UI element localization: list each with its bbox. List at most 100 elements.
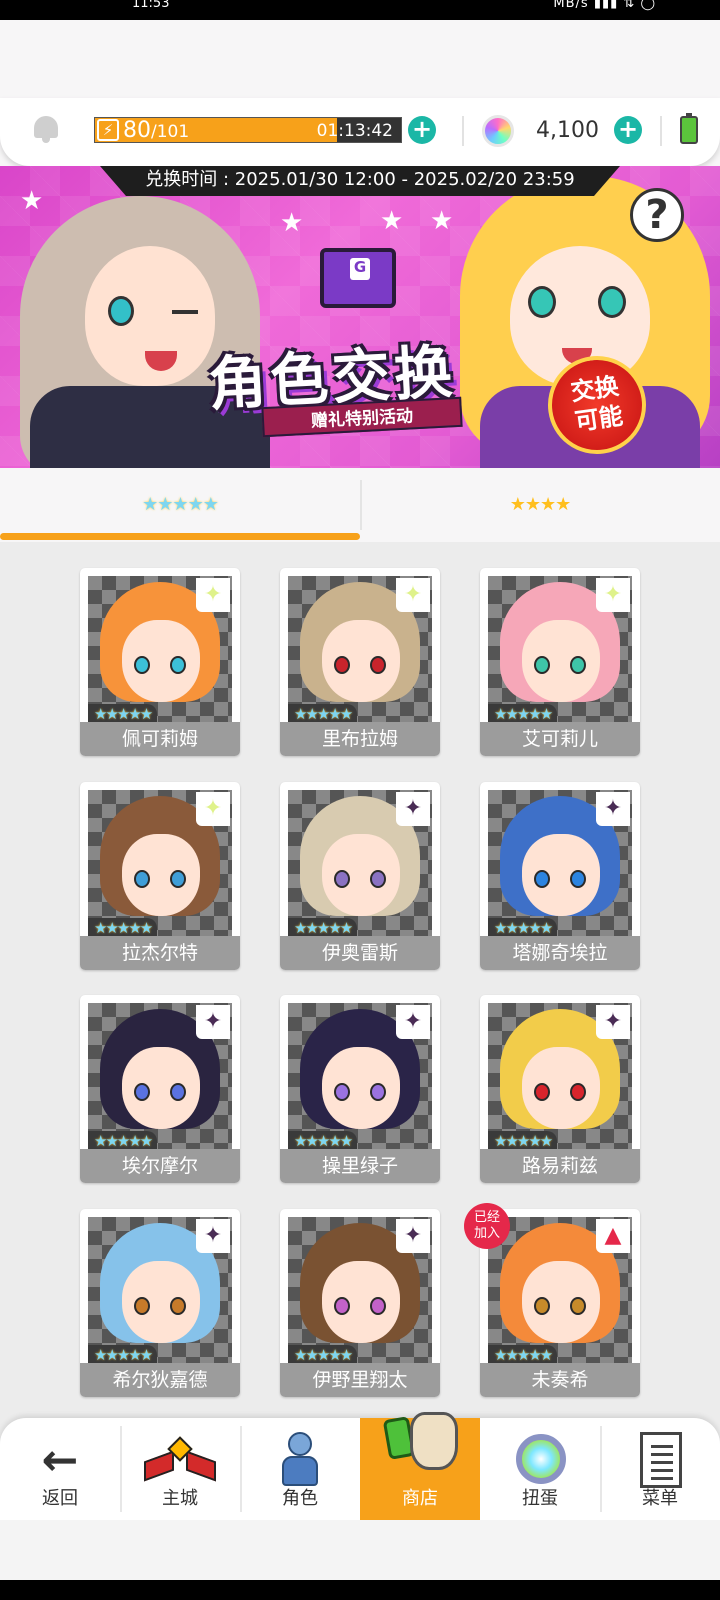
character-name: 塔娜奇埃拉 [480, 936, 640, 970]
character-card[interactable]: ✦ ★★★★★ 希尔狄嘉德 [80, 1209, 240, 1397]
character-grid: ✦ ★★★★★ 佩可莉姆 ✦ ★★★★★ 里布拉姆 ✦ ★★★★★ 艾可莉儿 ✦ ★★★★★ 拉杰尔特… [0, 542, 720, 1400]
nav-shop-label: 商店 [402, 1488, 438, 1509]
gift-mail-icon [320, 248, 396, 308]
bottom-navigation: ← 返回 主城 角色 商店 扭蛋 菜单 [0, 1418, 720, 1520]
character-name: 艾可莉儿 [480, 722, 640, 756]
gem-count: 4,100 [536, 118, 599, 143]
rarity-sparkle-icon: ✦ [396, 792, 430, 826]
character-portrait: ✦ ★★★★★ [88, 790, 232, 936]
rarity-sparkle-icon: ✦ [196, 1219, 230, 1253]
nav-menu[interactable]: 菜单 [600, 1418, 720, 1520]
stamina-timer: 01:13:42 [316, 121, 393, 141]
lightning-icon: ⚡ [97, 119, 119, 141]
rarity-sparkle-icon: ✦ [396, 578, 430, 612]
star-rating: ★★★★★ [488, 1345, 558, 1363]
tab-four-star-label: ★★★★ [509, 494, 572, 515]
screen-bottom-edge [0, 1580, 720, 1600]
character-name: 佩可莉姆 [80, 722, 240, 756]
star-rating: ★★★★★ [288, 704, 358, 722]
character-card[interactable]: ✦ ★★★★★ 拉杰尔特 [80, 782, 240, 970]
character-portrait: ✦ ★★★★★ [88, 576, 232, 722]
castle-icon [144, 1436, 216, 1486]
character-icon [280, 1432, 320, 1488]
character-portrait: ✦ ★★★★★ [288, 1003, 432, 1149]
character-name: 里布拉姆 [280, 722, 440, 756]
tab-five-star-label: ★★★★★ [142, 494, 219, 515]
character-card[interactable]: ✦ ★★★★★ 伊奥雷斯 [280, 782, 440, 970]
rarity-tabs: ★★★★★ ★★★★ [0, 468, 720, 542]
character-card[interactable]: ✦ ★★★★★ 塔娜奇埃拉 [480, 782, 640, 970]
nav-back[interactable]: ← 返回 [0, 1418, 120, 1520]
character-name: 未奏希 [480, 1363, 640, 1397]
system-home-bar [0, 1520, 720, 1580]
star-rating: ★★★★★ [288, 1345, 358, 1363]
character-card[interactable]: ✦ ★★★★★ 路易莉兹 [480, 995, 640, 1183]
rarity-sparkle-icon: ✦ [196, 578, 230, 612]
add-gems-button[interactable]: + [614, 116, 642, 144]
character-portrait: ✦ ★★★★★ [488, 576, 632, 722]
character-portrait: ✦ ★★★★★ [288, 576, 432, 722]
status-bar: 11:53 MB/s ▮▮▮ ⇅ ◯ [0, 0, 720, 20]
nav-gacha-label: 扭蛋 [522, 1488, 558, 1509]
character-portrait: ✦ ★★★★★ [288, 790, 432, 936]
rarity-sparkle-icon: ✦ [196, 1005, 230, 1039]
character-name: 操里绿子 [280, 1149, 440, 1183]
divider [462, 116, 464, 146]
nav-home[interactable]: 主城 [120, 1418, 240, 1520]
character-card[interactable]: ▲ ★★★★★ 未奏希 已经 加入 [464, 1203, 640, 1397]
gem-icon [482, 115, 514, 147]
star-icon: ★ [280, 208, 304, 238]
rarity-sparkle-icon: ✦ [396, 1005, 430, 1039]
tab-four-star[interactable]: ★★★★ [360, 468, 720, 542]
character-name: 路易莉兹 [480, 1149, 640, 1183]
stamina-value: 80/101 [123, 118, 190, 143]
status-indicators: MB/s ▮▮▮ ⇅ ◯ [553, 0, 656, 11]
nav-menu-label: 菜单 [642, 1488, 678, 1509]
resource-bar: ⚡ 80/101 01:13:42 + 4,100 + [0, 98, 720, 166]
star-icon: ★ [380, 206, 404, 236]
joined-badge: 已经 加入 [464, 1203, 510, 1249]
tab-five-star[interactable]: ★★★★★ [0, 468, 360, 542]
character-card[interactable]: ✦ ★★★★★ 佩可莉姆 [80, 568, 240, 756]
character-card[interactable]: ✦ ★★★★★ 埃尔摩尔 [80, 995, 240, 1183]
event-banner[interactable]: ★ ★ ★ ★ ★ 兑换时间 : 2025.01/30 12:00 - 2025… [0, 166, 720, 468]
nav-role[interactable]: 角色 [240, 1418, 360, 1520]
stamina-bar: ⚡ 80/101 01:13:42 [94, 117, 402, 143]
battery-icon [680, 113, 698, 144]
character-portrait: ✦ ★★★★★ [88, 1003, 232, 1149]
divider [660, 116, 662, 146]
bell-icon[interactable] [32, 114, 60, 144]
menu-list-icon [640, 1432, 682, 1488]
character-card[interactable]: ✦ ★★★★★ 里布拉姆 [280, 568, 440, 756]
add-stamina-button[interactable]: + [408, 116, 436, 144]
nav-home-label: 主城 [162, 1488, 198, 1509]
character-portrait: ✦ ★★★★★ [88, 1217, 232, 1363]
character-name: 希尔狄嘉德 [80, 1363, 240, 1397]
character-portrait: ▲ ★★★★★ [488, 1217, 632, 1363]
star-rating: ★★★★★ [88, 704, 158, 722]
star-rating: ★★★★★ [288, 918, 358, 936]
rarity-sparkle-icon: ✦ [596, 1005, 630, 1039]
character-portrait: ✦ ★★★★★ [288, 1217, 432, 1363]
help-button[interactable]: ? [630, 188, 684, 242]
star-rating: ★★★★★ [488, 1131, 558, 1149]
character-card[interactable]: ✦ ★★★★★ 艾可莉儿 [480, 568, 640, 756]
character-art-left [0, 186, 270, 468]
active-tab-indicator [0, 533, 360, 540]
nav-gacha[interactable]: 扭蛋 [480, 1418, 600, 1520]
nav-role-label: 角色 [282, 1488, 318, 1509]
star-rating: ★★★★★ [288, 1131, 358, 1149]
rarity-sparkle-icon: ✦ [196, 792, 230, 826]
nav-back-label: 返回 [42, 1488, 78, 1509]
rarity-sparkle-icon: ✦ [596, 578, 630, 612]
character-name: 伊野里翔太 [280, 1363, 440, 1397]
character-name: 伊奥雷斯 [280, 936, 440, 970]
back-arrow-icon: ← [41, 1435, 79, 1486]
character-portrait: ✦ ★★★★★ [488, 790, 632, 936]
character-name: 埃尔摩尔 [80, 1149, 240, 1183]
rarity-sparkle-icon: ▲ [596, 1219, 630, 1253]
character-card[interactable]: ✦ ★★★★★ 伊野里翔太 [280, 1209, 440, 1397]
star-rating: ★★★★★ [88, 918, 158, 936]
character-card[interactable]: ✦ ★★★★★ 操里绿子 [280, 995, 440, 1183]
exchange-period: 兑换时间 : 2025.01/30 12:00 - 2025.02/20 23:… [100, 166, 620, 196]
